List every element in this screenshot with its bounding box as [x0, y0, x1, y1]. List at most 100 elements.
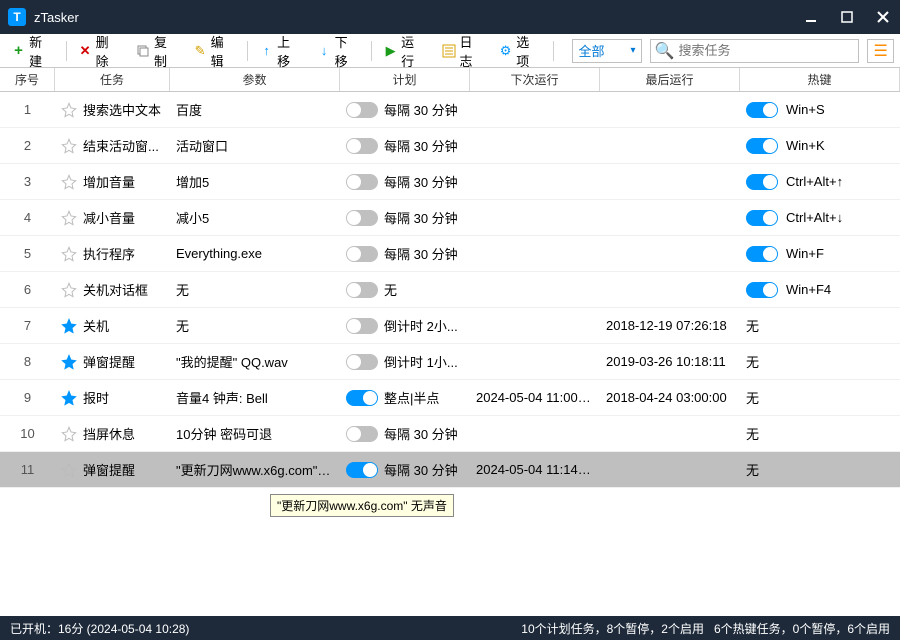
toolbar: +新建 ✕删除 复制 ✎编辑 ↑上移 ↓下移 ▶运行 日志 ⚙选项 全部 🔍 ☰ [0, 34, 900, 68]
cell-hot: Win+K [740, 138, 900, 154]
hotkey-text: Win+F [786, 246, 824, 261]
hotkey-toggle[interactable] [746, 282, 778, 298]
cell-seq: 1 [0, 102, 55, 117]
table-row[interactable]: 11弹窗提醒"更新刀网www.x6g.com" 无...每隔 30 分钟2024… [0, 452, 900, 488]
close-button[interactable] [874, 8, 892, 26]
cell-hot: 无 [740, 460, 900, 479]
move-up-button[interactable]: ↑上移 [254, 29, 308, 73]
log-button[interactable]: 日志 [436, 29, 490, 73]
task-name: 弹窗提醒 [83, 460, 135, 479]
star-icon[interactable] [61, 102, 77, 118]
view-list-button[interactable]: ☰ [867, 39, 894, 63]
table-body: 1搜索选中文本百度每隔 30 分钟Win+S2结束活动窗...活动窗口每隔 30… [0, 92, 900, 616]
delete-button[interactable]: ✕删除 [72, 29, 126, 73]
minimize-button[interactable] [802, 8, 820, 26]
star-icon[interactable] [61, 462, 77, 478]
table-row[interactable]: 9报时音量4 钟声: Bell整点|半点2024-05-04 11:00:002… [0, 380, 900, 416]
plan-toggle[interactable] [346, 354, 378, 370]
options-button[interactable]: ⚙选项 [493, 29, 547, 73]
plan-toggle[interactable] [346, 318, 378, 334]
star-icon[interactable] [61, 282, 77, 298]
filter-select[interactable]: 全部 [572, 39, 642, 63]
star-icon[interactable] [61, 210, 77, 226]
list-icon [442, 44, 456, 58]
search-box[interactable]: 🔍 [650, 39, 860, 63]
table-row[interactable]: 1搜索选中文本百度 每隔 30 分钟 Win+S [0, 92, 900, 128]
star-icon[interactable] [61, 390, 77, 406]
cell-task: 增加音量 [55, 172, 170, 191]
cell-task: 报时 [55, 388, 170, 407]
cell-param: Everything.exe [170, 246, 340, 261]
cell-task: 关机 [55, 316, 170, 335]
col-hot[interactable]: 热键 [740, 68, 900, 91]
star-icon[interactable] [61, 138, 77, 154]
plan-toggle[interactable] [346, 462, 378, 478]
hotkey-text: Ctrl+Alt+↓ [786, 210, 843, 225]
hotkey-toggle[interactable] [746, 210, 778, 226]
cell-param: 百度 [170, 100, 340, 119]
table-row[interactable]: 2结束活动窗...活动窗口每隔 30 分钟Win+K [0, 128, 900, 164]
cell-seq: 3 [0, 174, 55, 189]
cell-hot: 无 [740, 424, 900, 443]
col-task[interactable]: 任务 [55, 68, 170, 91]
move-down-button[interactable]: ↓下移 [312, 29, 366, 73]
star-icon[interactable] [61, 354, 77, 370]
table-row[interactable]: 3增加音量增加5每隔 30 分钟Ctrl+Alt+↑ [0, 164, 900, 200]
col-last[interactable]: 最后运行 [600, 68, 740, 91]
edit-button[interactable]: ✎编辑 [188, 29, 242, 73]
plus-icon: + [12, 44, 25, 58]
cell-hot: Win+S [740, 102, 900, 118]
star-icon[interactable] [61, 174, 77, 190]
plan-toggle[interactable] [346, 174, 378, 190]
col-param[interactable]: 参数 [170, 68, 340, 91]
cell-task: 弹窗提醒 [55, 460, 170, 479]
plan-text: 倒计时 2小... [384, 316, 458, 335]
table-row[interactable]: 10挡屏休息10分钟 密码可退每隔 30 分钟无 [0, 416, 900, 452]
play-icon: ▶ [384, 44, 397, 58]
task-name: 挡屏休息 [83, 424, 135, 443]
cell-plan: 每隔 30 分钟 [340, 424, 470, 443]
star-icon[interactable] [61, 246, 77, 262]
run-button[interactable]: ▶运行 [378, 29, 432, 73]
col-next[interactable]: 下次运行 [470, 68, 600, 91]
pencil-icon: ✎ [194, 44, 207, 58]
cell-plan: 倒计时 1小... [340, 352, 470, 371]
plan-toggle[interactable] [346, 138, 378, 154]
new-button[interactable]: +新建 [6, 29, 60, 73]
hotkey-toggle[interactable] [746, 174, 778, 190]
cell-hot: 无 [740, 388, 900, 407]
task-name: 增加音量 [83, 172, 135, 191]
plan-toggle[interactable] [346, 282, 378, 298]
plan-text: 每隔 30 分钟 [384, 100, 458, 119]
plan-toggle[interactable] [346, 102, 378, 118]
cell-task: 结束活动窗... [55, 136, 170, 155]
table-row[interactable]: 7关机无倒计时 2小...2018-12-19 07:26:18无 [0, 308, 900, 344]
col-plan[interactable]: 计划 [340, 68, 470, 91]
cell-task: 搜索选中文本 [55, 100, 170, 119]
plan-text: 倒计时 1小... [384, 352, 458, 371]
cell-param: 减小5 [170, 208, 340, 227]
hotkey-text: 无 [746, 424, 759, 443]
plan-toggle[interactable] [346, 210, 378, 226]
copy-button[interactable]: 复制 [130, 29, 184, 73]
hotkey-toggle[interactable] [746, 246, 778, 262]
plan-text: 每隔 30 分钟 [384, 172, 458, 191]
plan-toggle[interactable] [346, 390, 378, 406]
cell-param: 无 [170, 316, 340, 335]
star-icon[interactable] [61, 318, 77, 334]
search-input[interactable] [678, 43, 854, 58]
plan-toggle[interactable] [346, 246, 378, 262]
hotkey-text: Win+S [786, 102, 825, 117]
col-seq[interactable]: 序号 [0, 68, 55, 91]
hotkey-toggle[interactable] [746, 138, 778, 154]
hotkey-toggle[interactable] [746, 102, 778, 118]
table-row[interactable]: 4减小音量减小5每隔 30 分钟Ctrl+Alt+↓ [0, 200, 900, 236]
cell-task: 挡屏休息 [55, 424, 170, 443]
maximize-button[interactable] [838, 8, 856, 26]
cell-plan: 无 [340, 280, 470, 299]
table-row[interactable]: 6关机对话框无无Win+F4 [0, 272, 900, 308]
table-row[interactable]: 5执行程序Everything.exe每隔 30 分钟Win+F [0, 236, 900, 272]
table-row[interactable]: 8弹窗提醒"我的提醒" QQ.wav倒计时 1小...2019-03-26 10… [0, 344, 900, 380]
plan-toggle[interactable] [346, 426, 378, 442]
star-icon[interactable] [61, 426, 77, 442]
